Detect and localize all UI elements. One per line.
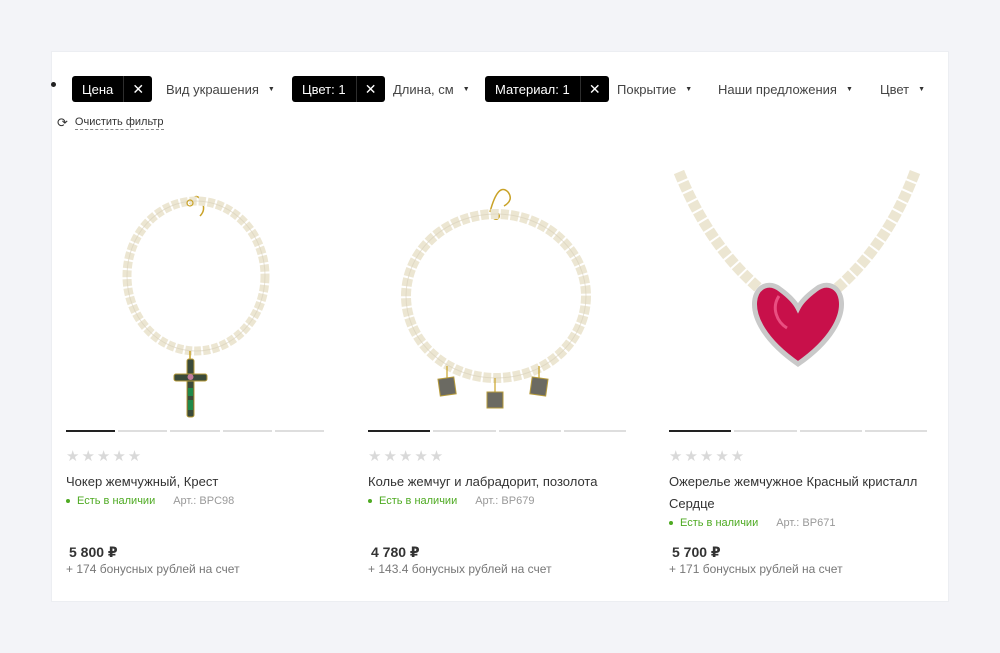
product-name[interactable]: Колье жемчуг и лабрадорит, позолота — [368, 471, 624, 493]
product-meta: Есть в наличии Арт.: BP671 — [669, 517, 927, 529]
refresh-icon: ⟳ — [57, 115, 68, 130]
product-card[interactable]: ★★★★★ Ожерелье жемчужное Красный кристал… — [669, 166, 927, 529]
caret-down-icon: ▼ — [685, 86, 693, 93]
status-dot — [66, 499, 70, 503]
filter-chip-color[interactable]: Цвет: 1 ✕ — [292, 76, 385, 102]
caret-down-icon: ▼ — [918, 86, 926, 93]
rating-stars[interactable]: ★★★★★ — [368, 447, 626, 465]
cross-choker-image — [122, 195, 270, 418]
labradorite-necklace-image — [401, 188, 591, 409]
product-price: 4 780 ₽ — [371, 544, 420, 560]
filter-dropdown-offers-label: Наши предложения — [718, 82, 837, 97]
filter-chip-material-label: Материал: 1 — [485, 76, 581, 102]
product-meta: Есть в наличии Арт.: BPC98 — [66, 495, 324, 507]
filter-dropdown-color-label: Цвет — [880, 82, 910, 97]
article-number: Арт.: BP679 — [475, 495, 535, 507]
product-price: 5 800 ₽ — [69, 544, 118, 560]
availability-badge: Есть в наличии — [669, 517, 758, 529]
image-pager[interactable] — [669, 430, 927, 432]
filter-dropdown-offers[interactable]: Наши предложения ▼ — [718, 82, 853, 97]
filter-dropdown-kind[interactable]: Вид украшения ▼ — [166, 82, 275, 97]
filter-chip-price-label: Цена — [72, 76, 125, 102]
caret-down-icon: ▼ — [845, 86, 853, 93]
product-image[interactable] — [368, 166, 626, 426]
close-icon[interactable]: ✕ — [581, 76, 609, 102]
filter-chip-color-label: Цвет: 1 — [292, 76, 357, 102]
product-card[interactable]: ★★★★★ Чокер жемчужный, Крест Есть в нали… — [66, 166, 325, 507]
product-card[interactable]: ★★★★★ Колье жемчуг и лабрадорит, позолот… — [368, 166, 626, 507]
filter-dropdown-coating-label: Покрытие — [617, 82, 677, 97]
close-icon[interactable]: ✕ — [124, 76, 152, 102]
product-image[interactable] — [66, 166, 324, 426]
rating-stars[interactable]: ★★★★★ — [66, 447, 324, 465]
pointer-dot — [51, 82, 56, 87]
status-dot — [368, 499, 372, 503]
filter-dropdown-coating[interactable]: Покрытие ▼ — [617, 82, 692, 97]
availability-label: Есть в наличии — [77, 495, 156, 507]
product-name[interactable]: Чокер жемчужный, Крест — [66, 471, 322, 493]
status-dot — [669, 521, 673, 525]
clear-filter-link[interactable]: ⟳ Очистить фильтр — [57, 115, 164, 131]
product-meta: Есть в наличии Арт.: BP679 — [368, 495, 626, 507]
caret-down-icon: ▼ — [462, 86, 470, 93]
filter-dropdown-kind-label: Вид украшения — [166, 82, 259, 97]
caret-down-icon: ▼ — [267, 86, 275, 93]
clear-filter-label: Очистить фильтр — [74, 116, 164, 130]
availability-badge: Есть в наличии — [66, 495, 155, 507]
bonus-text: + 171 бонусных рублей на счет — [669, 562, 843, 576]
filter-dropdown-length[interactable]: Длина, см ▼ — [393, 82, 470, 97]
product-name[interactable]: Ожерелье жемчужное Красный кристалл Серд… — [669, 471, 925, 515]
filter-dropdown-length-label: Длина, см — [393, 82, 454, 97]
rating-stars[interactable]: ★★★★★ — [669, 447, 927, 465]
product-price: 5 700 ₽ — [672, 544, 721, 560]
filter-chip-price[interactable]: Цена ✕ — [72, 76, 153, 102]
heart-necklace-image — [673, 169, 921, 368]
filter-chip-material[interactable]: Материал: 1 ✕ — [485, 76, 609, 102]
close-icon[interactable]: ✕ — [357, 76, 385, 102]
availability-badge: Есть в наличии — [368, 495, 457, 507]
bonus-text: + 143.4 бонусных рублей на счет — [368, 562, 552, 576]
article-number: Арт.: BPC98 — [173, 495, 235, 507]
filter-dropdown-color[interactable]: Цвет ▼ — [880, 82, 925, 97]
availability-label: Есть в наличии — [680, 517, 759, 529]
image-pager[interactable] — [368, 430, 626, 432]
product-image[interactable] — [669, 166, 927, 426]
article-number: Арт.: BP671 — [776, 517, 836, 529]
image-pager[interactable] — [66, 430, 325, 432]
availability-label: Есть в наличии — [379, 495, 458, 507]
bonus-text: + 174 бонусных рублей на счет — [66, 562, 240, 576]
